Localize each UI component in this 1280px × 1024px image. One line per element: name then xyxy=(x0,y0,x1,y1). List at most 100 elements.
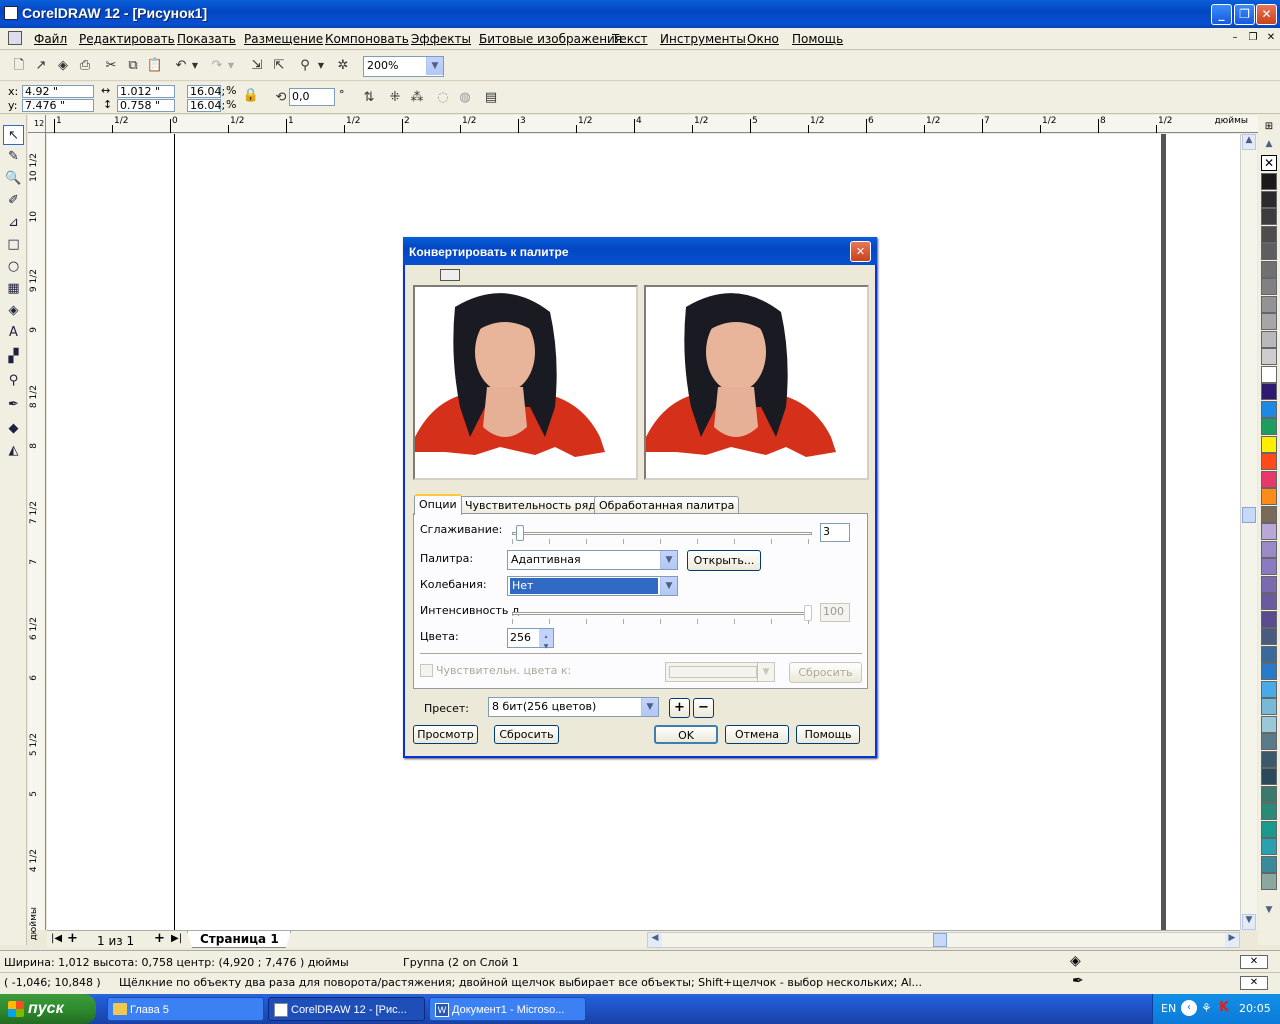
dialog-close-icon[interactable]: ✕ xyxy=(850,241,871,262)
sensitive-color-select[interactable]: ▼ xyxy=(665,662,775,682)
break-apart-icon[interactable]: ◍ xyxy=(456,89,474,107)
text-tool-icon[interactable]: A xyxy=(3,323,24,343)
color-swatch[interactable] xyxy=(1261,838,1277,855)
result-preview[interactable] xyxy=(644,285,869,480)
rectangle-tool-icon[interactable]: □ xyxy=(3,235,24,255)
import-icon[interactable]: ⇲ xyxy=(248,57,266,75)
color-swatch[interactable] xyxy=(1261,628,1277,645)
vertical-scrollbar[interactable]: ▲ ▼ xyxy=(1240,134,1257,930)
add-page-before-icon[interactable]: + xyxy=(67,931,78,946)
horizontal-scrollbar[interactable]: ◀ ▶ xyxy=(647,932,1240,948)
copy-icon[interactable]: ⧉ xyxy=(124,57,142,75)
palette-select[interactable]: Адаптивная ▼ xyxy=(507,550,678,570)
menu-file[interactable]: Файл xyxy=(34,32,67,46)
color-swatch[interactable] xyxy=(1261,453,1277,470)
color-swatch[interactable] xyxy=(1261,698,1277,715)
color-swatch[interactable] xyxy=(1261,558,1277,575)
group-icon[interactable]: ⁜ xyxy=(386,89,404,107)
color-swatch[interactable] xyxy=(1261,820,1277,838)
horizontal-ruler[interactable]: 1 1/2 0 1/2 1 1/2 2 1/2 3 1/2 4 1/2 5 1/2 6 1/2 7 1/2 8 1/2… xyxy=(46,115,1260,133)
scroll-thumb[interactable] xyxy=(1242,507,1256,523)
tray-expand-icon[interactable]: ‹ xyxy=(1181,1000,1197,1016)
color-swatch[interactable] xyxy=(1261,768,1277,785)
redo-icon[interactable]: ↷ xyxy=(208,57,226,75)
reset-button[interactable]: Сбросить xyxy=(494,725,559,744)
scroll-down-icon[interactable]: ▼ xyxy=(1242,914,1256,930)
fill-indicator-icon[interactable]: ◈ xyxy=(1070,953,1081,969)
color-swatch[interactable] xyxy=(1261,505,1277,523)
color-swatch[interactable] xyxy=(1261,348,1277,365)
combine-icon[interactable]: ◌ xyxy=(434,89,452,107)
color-swatch[interactable] xyxy=(1261,488,1277,505)
cut-icon[interactable]: ✂ xyxy=(102,57,120,75)
last-page-icon[interactable]: ▶| xyxy=(171,933,182,944)
color-swatch[interactable] xyxy=(1261,855,1277,873)
outline-indicator-icon[interactable]: ✒ xyxy=(1072,973,1084,989)
basic-shapes-icon[interactable]: ◈ xyxy=(3,301,24,321)
ok-button[interactable]: OK xyxy=(654,725,718,744)
mirror-icon[interactable]: ⇅ xyxy=(360,89,378,107)
scale-height-field[interactable]: 16.04; xyxy=(187,99,225,112)
new-icon[interactable]: 🗋 xyxy=(10,57,28,75)
first-page-icon[interactable]: |◀ xyxy=(51,933,62,944)
zoom-combo[interactable]: 200% ▼ xyxy=(363,56,444,77)
angle-field[interactable]: 0,0 xyxy=(289,88,335,106)
minimize-button[interactable]: _ xyxy=(1211,4,1232,25)
fill-tool-icon[interactable]: ◆ xyxy=(3,419,24,439)
preview-button[interactable]: Просмотр xyxy=(413,725,478,744)
cancel-button[interactable]: Отмена xyxy=(725,725,789,744)
redo-dropdown-icon[interactable]: ▼ xyxy=(226,57,236,75)
color-swatch[interactable] xyxy=(1261,873,1277,890)
print-icon[interactable]: ⎙ xyxy=(76,57,94,75)
doc-restore-button[interactable]: ❐ xyxy=(1246,32,1260,44)
palette-scroll-up-icon[interactable]: ▲ xyxy=(1261,139,1277,151)
color-swatch[interactable] xyxy=(1261,383,1277,400)
menu-tools[interactable]: Инструменты xyxy=(660,32,746,46)
application-launcher-icon[interactable]: ⚲ xyxy=(296,57,314,75)
reset-sensitive-button[interactable]: Сбросить xyxy=(789,662,862,683)
menu-text[interactable]: Текст xyxy=(612,32,648,46)
colors-field[interactable]: 256 ▲ ▼ xyxy=(507,628,554,650)
smoothing-field[interactable]: 3 xyxy=(820,523,850,542)
intensity-slider[interactable] xyxy=(512,604,812,624)
launcher-dropdown-icon[interactable]: ▼ xyxy=(316,57,326,75)
fill-swatch-none[interactable]: ✕ xyxy=(1240,955,1268,969)
h-scroll-thumb[interactable] xyxy=(933,933,947,947)
open-icon[interactable]: ↗ xyxy=(32,57,50,75)
sensitive-color-checkbox[interactable] xyxy=(420,664,433,677)
menu-arrange[interactable]: Компоновать xyxy=(325,32,409,46)
task-folder-glava5[interactable]: Глава 5 xyxy=(107,997,264,1021)
doc-minimize-button[interactable]: – xyxy=(1228,32,1242,44)
preview-layout-toggle-icon[interactable] xyxy=(440,269,460,281)
zoom-tool-icon[interactable]: 🔍 xyxy=(3,169,24,189)
undo-icon[interactable]: ↶ xyxy=(172,57,190,75)
corel-online-icon[interactable]: ✲ xyxy=(334,57,352,75)
help-button[interactable]: Помощь xyxy=(796,725,860,744)
color-swatch[interactable] xyxy=(1261,435,1277,453)
ungroup-icon[interactable]: ⁂ xyxy=(408,89,426,107)
save-icon[interactable]: ◈ xyxy=(54,57,72,75)
smart-fill-icon[interactable]: ⊿ xyxy=(3,213,24,233)
freehand-tool-icon[interactable]: ✐ xyxy=(3,191,24,211)
scale-width-field[interactable]: 16.04; xyxy=(187,85,225,98)
color-swatch[interactable] xyxy=(1261,663,1277,680)
chevron-down-icon[interactable]: ▼ xyxy=(660,551,677,569)
scroll-up-icon[interactable]: ▲ xyxy=(1242,134,1256,150)
color-swatch[interactable] xyxy=(1261,418,1277,435)
menu-help[interactable]: Помощь xyxy=(792,32,843,46)
palette-menu-icon[interactable]: ⊞ xyxy=(1261,121,1277,135)
smoothing-slider[interactable] xyxy=(512,524,812,544)
add-page-after-icon[interactable]: + xyxy=(154,931,165,946)
scroll-left-icon[interactable]: ◀ xyxy=(648,933,662,947)
scroll-right-icon[interactable]: ▶ xyxy=(1225,933,1239,947)
ellipse-tool-icon[interactable]: ○ xyxy=(3,257,24,277)
color-swatch[interactable] xyxy=(1261,575,1277,593)
interactive-fill-icon[interactable]: ◭ xyxy=(3,441,24,461)
menu-effects[interactable]: Эффекты xyxy=(411,32,471,46)
outline-swatch-none[interactable]: ✕ xyxy=(1240,976,1268,990)
menu-bitmaps[interactable]: Битовые изображения xyxy=(479,32,622,46)
menu-layout[interactable]: Размещение xyxy=(244,32,323,46)
intensity-field[interactable]: 100 xyxy=(820,603,850,622)
task-coreldraw[interactable]: CorelDRAW 12 - [Рис... xyxy=(268,997,425,1021)
doc-close-button[interactable]: ✕ xyxy=(1264,32,1278,44)
